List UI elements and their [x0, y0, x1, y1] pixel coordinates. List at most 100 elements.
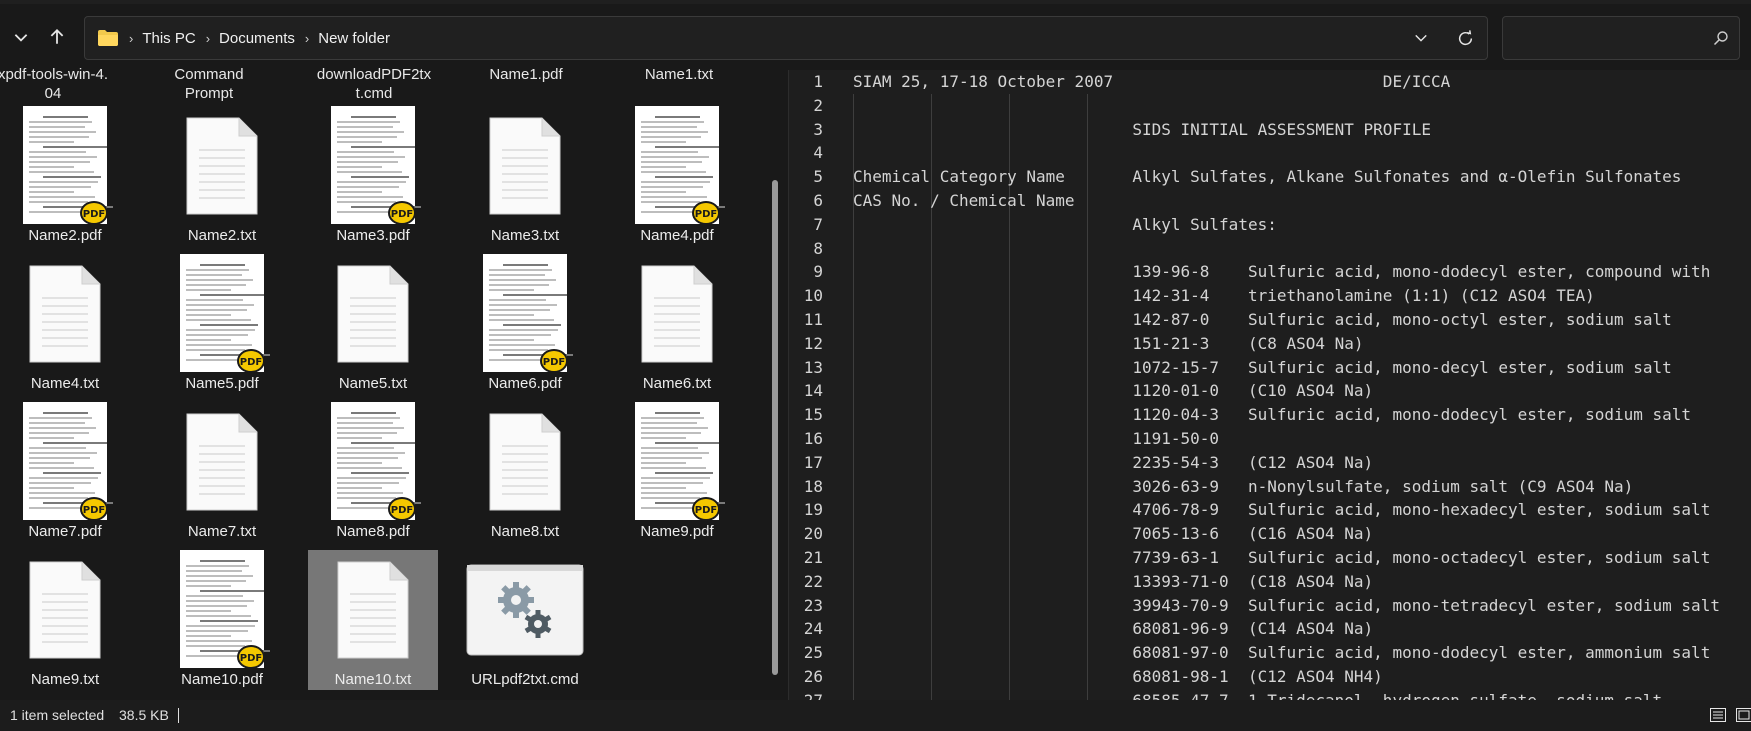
file-item[interactable]: PDF Name8.pdf — [308, 402, 438, 542]
file-item[interactable]: Name4.txt — [0, 254, 130, 394]
line-text: 1120-01-0 (C10 ASO4 Na) — [853, 381, 1374, 401]
line-number: 9 — [813, 262, 823, 282]
text-document-icon — [489, 413, 561, 511]
svg-text:PDF: PDF — [391, 505, 413, 516]
refresh-icon[interactable] — [1443, 17, 1487, 59]
file-item-label[interactable]: downloadPDF2tx t.cmd — [316, 65, 432, 103]
large-icons-view-icon[interactable] — [1732, 704, 1751, 726]
file-item[interactable]: PDF Name2.pdf — [0, 106, 130, 246]
line-text: 1120-04-3 Sulfuric acid, mono-dodecyl es… — [853, 405, 1692, 425]
search-box[interactable] — [1502, 16, 1740, 60]
line-text: 142-31-4 triethanolamine (1:1) (C12 ASO4… — [853, 286, 1595, 306]
breadcrumb-this-pc[interactable]: This PC — [142, 30, 195, 47]
file-grid: xpdf-tools-win-4. 04 Command Prompt down… — [0, 64, 770, 700]
line-text: 1072-15-7 Sulfuric acid, mono-decyl este… — [853, 357, 1672, 377]
line-number: 1 — [813, 72, 823, 91]
pdf-badge-icon: PDF — [388, 497, 416, 521]
file-item-label: Name6.pdf — [488, 375, 562, 392]
preview-line: 11 142-87-0 Sulfuric acid, mono-octyl es… — [789, 308, 1751, 332]
preview-line: 24 68081-96-9 (C14 ASO4 Na) — [789, 617, 1751, 641]
file-item-label: Name2.pdf — [28, 227, 102, 244]
preview-line: 4 — [789, 141, 1751, 165]
file-item-label[interactable]: xpdf-tools-win-4. 04 — [0, 65, 111, 103]
line-number: 27 — [789, 689, 823, 700]
file-item-selected[interactable]: Name10.txt — [308, 550, 438, 690]
file-item[interactable]: Name9.txt — [0, 550, 130, 690]
pdf-badge-icon: PDF — [80, 497, 108, 521]
file-grid-scrollbar[interactable] — [772, 180, 778, 675]
file-item[interactable]: PDF Name5.pdf — [157, 254, 287, 394]
line-text: 2235-54-3 (C12 ASO4 Na) — [853, 452, 1374, 472]
text-document-icon — [489, 117, 561, 215]
file-item[interactable]: Name6.txt — [612, 254, 742, 394]
preview-line: 3 SIDS INITIAL ASSESSMENT PROFILE — [789, 118, 1751, 142]
breadcrumb-documents[interactable]: Documents — [219, 30, 295, 47]
breadcrumb-separator: › — [129, 30, 134, 46]
line-number: 23 — [803, 595, 823, 615]
text-document-icon — [186, 117, 258, 215]
file-item-label[interactable]: Name1.txt — [621, 65, 737, 84]
file-item[interactable]: URLpdf2txt.cmd — [460, 550, 590, 690]
line-number: 12 — [803, 333, 823, 353]
line-number: 19 — [803, 500, 823, 520]
line-text: 68081-97-0 Sulfuric acid, mono-dodecyl e… — [853, 643, 1711, 663]
svg-text:PDF: PDF — [695, 505, 717, 516]
file-item-label: Name8.pdf — [336, 523, 410, 540]
file-item[interactable]: PDF Name10.pdf — [157, 550, 287, 690]
line-number: 16 — [803, 429, 823, 448]
address-bar[interactable]: › This PC › Documents › New folder — [84, 16, 1488, 60]
line-text: 7065-13-6 (C16 ASO4 Na) — [853, 524, 1374, 544]
svg-text:PDF: PDF — [391, 209, 413, 220]
pdf-thumbnail: PDF — [635, 402, 725, 521]
preview-line: 16 1191-50-0 — [789, 427, 1751, 451]
navigation-bar: › This PC › Documents › New folder — [0, 4, 1751, 64]
line-text: 39943-70-9 Sulfuric acid, mono-tetradecy… — [853, 595, 1720, 615]
line-text: 13393-71-0 (C18 ASO4 Na) — [853, 571, 1374, 591]
file-item[interactable]: Name5.txt — [308, 254, 438, 394]
file-item[interactable]: Name8.txt — [460, 402, 590, 542]
preview-line: 10 142-31-4 triethanolamine (1:1) (C12 A… — [789, 284, 1751, 308]
text-document-icon — [29, 561, 101, 659]
file-item-label: Name2.txt — [187, 227, 257, 244]
line-text: 3026-63-9 n-Nonylsulfate, sodium salt (C… — [853, 476, 1634, 496]
line-number: 8 — [813, 238, 823, 258]
pdf-thumbnail: PDF — [23, 402, 113, 521]
file-item[interactable]: PDF Name7.pdf — [0, 402, 130, 542]
file-item-label[interactable]: Command Prompt — [151, 65, 267, 103]
breadcrumb-new-folder[interactable]: New folder — [318, 30, 390, 47]
preview-pane: 1 SIAM 25, 17-18 October 2007 DE/ICCA 2 3 S… — [788, 70, 1751, 700]
up-arrow-icon[interactable] — [42, 22, 72, 52]
file-item[interactable]: PDF Name4.pdf — [612, 106, 742, 246]
line-text: 139-96-8 Sulfuric acid, mono-dodecyl est… — [853, 262, 1711, 282]
line-number: 3 — [813, 119, 823, 139]
search-icon[interactable] — [1713, 30, 1729, 46]
line-number: 22 — [803, 571, 823, 591]
file-item[interactable]: PDF Name9.pdf — [612, 402, 742, 542]
preview-line: 15 1120-04-3 Sulfuric acid, mono-dodecyl… — [789, 403, 1751, 427]
breadcrumb-separator: › — [304, 30, 310, 46]
preview-line: 13 1072-15-7 Sulfuric acid, mono-decyl e… — [789, 356, 1751, 380]
file-item-label: Name9.txt — [30, 671, 100, 688]
file-item[interactable]: PDF Name3.pdf — [308, 106, 438, 246]
dropdown-chevron-icon[interactable] — [1399, 17, 1443, 59]
search-input[interactable] — [1511, 23, 1701, 53]
pdf-badge-icon: PDF — [80, 201, 108, 225]
preview-line: 21 7739-63-1 Sulfuric acid, mono-octadec… — [789, 546, 1751, 570]
preview-line: 18 3026-63-9 n-Nonylsulfate, sodium salt… — [789, 475, 1751, 499]
file-item[interactable]: Name2.txt — [157, 106, 287, 246]
file-item-label: Name4.txt — [30, 375, 100, 392]
line-text: CAS No. / Chemical Name — [853, 191, 1075, 210]
svg-text:PDF: PDF — [240, 357, 262, 368]
line-text: SIDS INITIAL ASSESSMENT PROFILE — [853, 119, 1431, 139]
pdf-badge-icon: PDF — [540, 349, 568, 373]
details-view-icon[interactable] — [1706, 704, 1730, 726]
line-number: 25 — [803, 643, 823, 663]
file-item-label[interactable]: Name1.pdf — [468, 65, 584, 84]
text-document-icon — [29, 265, 101, 363]
file-item[interactable]: Name3.txt — [460, 106, 590, 246]
preview-line: 17 2235-54-3 (C12 ASO4 Na) — [789, 451, 1751, 475]
chevron-down-icon[interactable] — [6, 22, 36, 52]
file-item[interactable]: PDF Name6.pdf — [460, 254, 590, 394]
file-item-label: Name10.txt — [334, 671, 412, 688]
file-item[interactable]: Name7.txt — [157, 402, 287, 542]
